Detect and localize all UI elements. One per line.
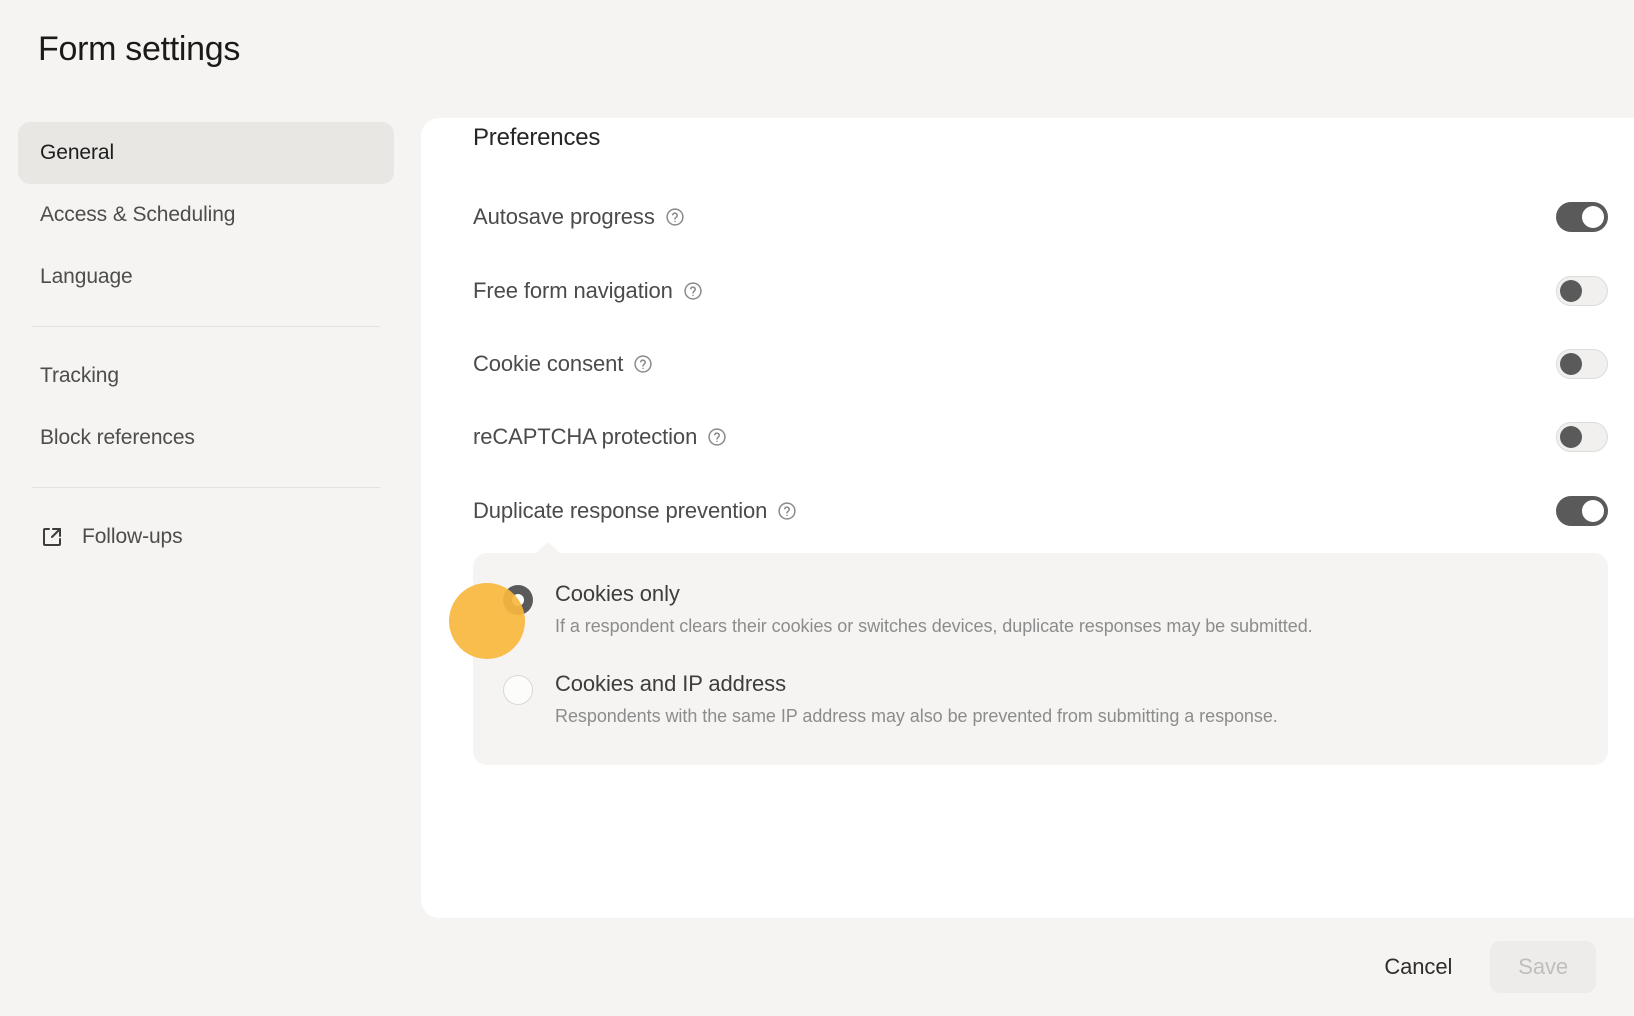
toggle-duplicate-response-prevention[interactable] — [1556, 496, 1608, 526]
external-link-icon — [40, 525, 64, 549]
preference-row-autosave-progress: Autosave progress — [473, 200, 1608, 234]
dialog-footer: Cancel Save — [0, 918, 1634, 1016]
sidebar-divider — [32, 326, 380, 327]
sidebar-item-general[interactable]: General — [18, 122, 394, 184]
radio-option-title: Cookies and IP address — [555, 671, 786, 696]
page-title: Form settings — [38, 30, 241, 68]
sidebar-divider — [32, 487, 380, 488]
sidebar-item-label: Language — [40, 265, 133, 288]
preference-label: Duplicate response prevention — [473, 498, 768, 523]
toggle-autosave-progress[interactable] — [1556, 202, 1608, 232]
preference-row-duplicate-response-prevention: Duplicate response prevention — [473, 494, 1608, 528]
radio-option-title: Cookies only — [555, 581, 680, 606]
help-circle-icon[interactable] — [633, 354, 653, 374]
help-circle-icon[interactable] — [683, 281, 703, 301]
sidebar-item-tracking[interactable]: Tracking — [18, 345, 394, 407]
sidebar-item-label: Access & Scheduling — [40, 203, 236, 226]
sidebar-item-label: General — [40, 141, 115, 164]
preference-row-recaptcha-protection: reCAPTCHA protection — [473, 420, 1608, 454]
preference-label: Cookie consent — [473, 351, 624, 376]
preference-row-free-form-navigation: Free form navigation — [473, 274, 1608, 308]
sidebar-item-label: Tracking — [40, 364, 119, 387]
section-title-preferences: Preferences — [473, 124, 601, 151]
sidebar-item-access-scheduling[interactable]: Access & Scheduling — [18, 184, 394, 246]
help-circle-icon[interactable] — [665, 207, 685, 227]
radio-option-description: Respondents with the same IP address may… — [555, 706, 1278, 726]
radio-option-text: Cookies and IP address Respondents with … — [555, 671, 1278, 727]
radio-option-description: If a respondent clears their cookies or … — [555, 616, 1313, 636]
toggle-recaptcha-protection[interactable] — [1556, 422, 1608, 452]
preference-label: Autosave progress — [473, 204, 655, 229]
sidebar-item-follow-ups[interactable]: Follow-ups — [18, 506, 394, 568]
preference-label-group: Autosave progress — [473, 204, 685, 230]
radio-button-selected[interactable] — [503, 585, 533, 615]
help-circle-icon[interactable] — [707, 427, 727, 447]
settings-sidebar: General Access & Scheduling Language Tra… — [18, 122, 394, 568]
preference-row-cookie-consent: Cookie consent — [473, 347, 1608, 381]
preference-label-group: Cookie consent — [473, 351, 653, 377]
cancel-button[interactable]: Cancel — [1358, 941, 1478, 993]
toggle-knob — [1582, 500, 1604, 522]
sidebar-item-language[interactable]: Language — [18, 246, 394, 308]
panel-pointer-notch — [535, 542, 561, 554]
radio-button-unselected[interactable] — [503, 675, 533, 705]
sidebar-item-block-references[interactable]: Block references — [18, 407, 394, 469]
sidebar-item-label: Block references — [40, 426, 195, 449]
toggle-knob — [1560, 353, 1582, 375]
preference-label-group: Duplicate response prevention — [473, 498, 797, 524]
help-circle-icon[interactable] — [777, 501, 797, 521]
toggle-knob — [1560, 280, 1582, 302]
radio-option-cookies-only[interactable]: Cookies only If a respondent clears thei… — [503, 581, 1313, 637]
preference-label-group: Free form navigation — [473, 278, 703, 304]
preference-label: Free form navigation — [473, 278, 673, 303]
radio-option-cookies-and-ip-address[interactable]: Cookies and IP address Respondents with … — [503, 671, 1278, 727]
sidebar-item-label: Follow-ups — [82, 525, 183, 548]
form-settings-screen: Form settings General Access & Schedulin… — [0, 0, 1634, 1016]
save-button[interactable]: Save — [1490, 941, 1596, 993]
preference-label: reCAPTCHA protection — [473, 424, 698, 449]
toggle-cookie-consent[interactable] — [1556, 349, 1608, 379]
toggle-knob — [1582, 206, 1604, 228]
duplicate-prevention-options-panel: Cookies only If a respondent clears thei… — [473, 542, 1608, 765]
toggle-free-form-navigation[interactable] — [1556, 276, 1608, 306]
preference-label-group: reCAPTCHA protection — [473, 424, 727, 450]
radio-option-text: Cookies only If a respondent clears thei… — [555, 581, 1313, 637]
toggle-knob — [1560, 426, 1582, 448]
